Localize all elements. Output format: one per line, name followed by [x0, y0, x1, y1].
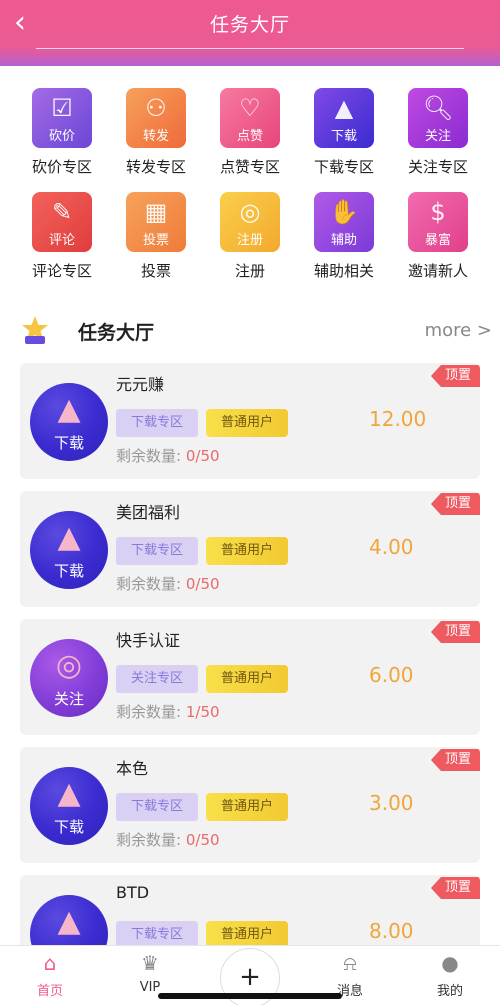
- more-link[interactable]: more >: [425, 320, 492, 341]
- tab-vip[interactable]: ♛ VIP: [120, 952, 180, 995]
- download-icon: ▲ 下载: [30, 511, 108, 589]
- task-price: 4.00: [369, 535, 414, 559]
- category-badge: 下载专区: [116, 793, 198, 821]
- category-label: 转发专区: [125, 158, 186, 176]
- register-icon: ◎ 注册: [220, 192, 280, 252]
- category-badge: 下载专区: [116, 409, 198, 437]
- page-title: 任务大厅: [209, 14, 290, 36]
- task-price: 12.00: [369, 407, 427, 431]
- task-card[interactable]: 顶置 ▲ 下载 美团福利 下载专区 普通用户 剩余数量: 0/50 4.00: [20, 491, 480, 607]
- task-name: 元元赚: [116, 375, 165, 394]
- level-badge: 普通用户: [206, 665, 288, 693]
- bargain-icon: ☑ 砍价: [32, 88, 92, 148]
- category-label: 投票: [140, 262, 171, 280]
- remain-text: 剩余数量: 0/50: [116, 831, 220, 849]
- category-comment[interactable]: ✎ 评论 评论专区: [15, 192, 109, 281]
- follow-icon: 🔍︎ 关注: [408, 88, 468, 148]
- download-icon: ▲ 下载: [314, 88, 374, 148]
- task-price: 6.00: [369, 663, 414, 687]
- category-like[interactable]: ♡ 点赞 点赞专区: [203, 88, 297, 177]
- category-assist[interactable]: ✋ 辅助 辅助相关: [297, 192, 391, 281]
- tab-messages[interactable]: ⍾ 消息: [320, 952, 380, 999]
- remain-count: 1/50: [185, 703, 220, 721]
- assist-icon: ✋ 辅助: [314, 192, 374, 252]
- category-register[interactable]: ◎ 注册 注册: [203, 192, 297, 281]
- category-label: 邀请新人: [407, 262, 468, 280]
- tab-mine[interactable]: ● 我的: [420, 952, 480, 999]
- bell-icon: ⍾: [343, 951, 357, 975]
- vote-icon: ▦ 投票: [126, 192, 186, 252]
- category-label: 点赞专区: [219, 158, 280, 176]
- task-card[interactable]: 顶置 ▲ 下载 本色 下载专区 普通用户 剩余数量: 0/50 3.00: [20, 747, 480, 863]
- user-icon: ●: [441, 951, 459, 975]
- level-badge: 普通用户: [206, 793, 288, 821]
- remain-count: 0/50: [185, 447, 220, 465]
- pin-badge: 顶置: [430, 365, 480, 387]
- task-name: 快手认证: [116, 631, 181, 650]
- share-icon: ⚇ 转发: [126, 88, 186, 148]
- category-invite[interactable]: $ 暴富 邀请新人: [391, 192, 485, 281]
- category-label: 注册: [234, 262, 265, 280]
- header-divider: [36, 48, 464, 49]
- category-label: 关注专区: [407, 158, 468, 176]
- remain-text: 剩余数量: 0/50: [116, 575, 220, 593]
- level-badge: 普通用户: [206, 409, 288, 437]
- plus-icon: +: [239, 962, 261, 992]
- category-badge: 关注专区: [116, 665, 198, 693]
- pin-badge: 顶置: [430, 749, 480, 771]
- pin-badge: 顶置: [430, 493, 480, 515]
- task-price: 3.00: [369, 791, 414, 815]
- task-name: BTD: [116, 883, 150, 902]
- download-icon: ▲ 下载: [30, 383, 108, 461]
- section-title: 任务大厅: [78, 322, 155, 344]
- invite-icon: $ 暴富: [408, 192, 468, 252]
- home-icon: ⌂: [43, 951, 57, 975]
- task-name: 本色: [116, 759, 149, 778]
- category-download[interactable]: ▲ 下载 下载专区: [297, 88, 391, 177]
- category-label: 辅助相关: [313, 262, 374, 280]
- category-label: 砍价专区: [31, 158, 92, 176]
- level-badge: 普通用户: [206, 537, 288, 565]
- task-name: 美团福利: [116, 503, 181, 522]
- pin-badge: 顶置: [430, 621, 480, 643]
- category-vote[interactable]: ▦ 投票 投票: [109, 192, 203, 281]
- pin-badge: 顶置: [430, 877, 480, 899]
- section-header: 任务大厅 more >: [0, 310, 500, 354]
- task-card[interactable]: 顶置 ◎ 关注 快手认证 关注专区 普通用户 剩余数量: 1/50 6.00: [20, 619, 480, 735]
- remain-text: 剩余数量: 0/50: [116, 447, 220, 465]
- category-label: 下载专区: [313, 158, 374, 176]
- remain-text: 剩余数量: 1/50: [116, 703, 220, 721]
- header-bar: ‹ 任务大厅: [0, 0, 500, 66]
- category-badge: 下载专区: [116, 537, 198, 565]
- comment-icon: ✎ 评论: [32, 192, 92, 252]
- category-follow[interactable]: 🔍︎ 关注 关注专区: [391, 88, 485, 177]
- category-bargain[interactable]: ☑ 砍价 砍价专区: [15, 88, 109, 177]
- tab-home[interactable]: ⌂ 首页: [20, 952, 80, 999]
- category-share[interactable]: ⚇ 转发 转发专区: [109, 88, 203, 177]
- category-label: 评论专区: [31, 262, 92, 280]
- remain-count: 0/50: [185, 575, 220, 593]
- follow-icon: ◎ 关注: [30, 639, 108, 717]
- home-indicator: [158, 993, 342, 999]
- task-price: 8.00: [369, 919, 414, 943]
- crown-icon: ♛: [141, 951, 159, 975]
- task-card[interactable]: 顶置 ▲ 下载 元元赚 下载专区 普通用户 剩余数量: 0/50 12.00: [20, 363, 480, 479]
- like-icon: ♡ 点赞: [220, 88, 280, 148]
- star-icon: [22, 316, 48, 344]
- remain-count: 0/50: [185, 831, 220, 849]
- download-icon: ▲ 下载: [30, 767, 108, 845]
